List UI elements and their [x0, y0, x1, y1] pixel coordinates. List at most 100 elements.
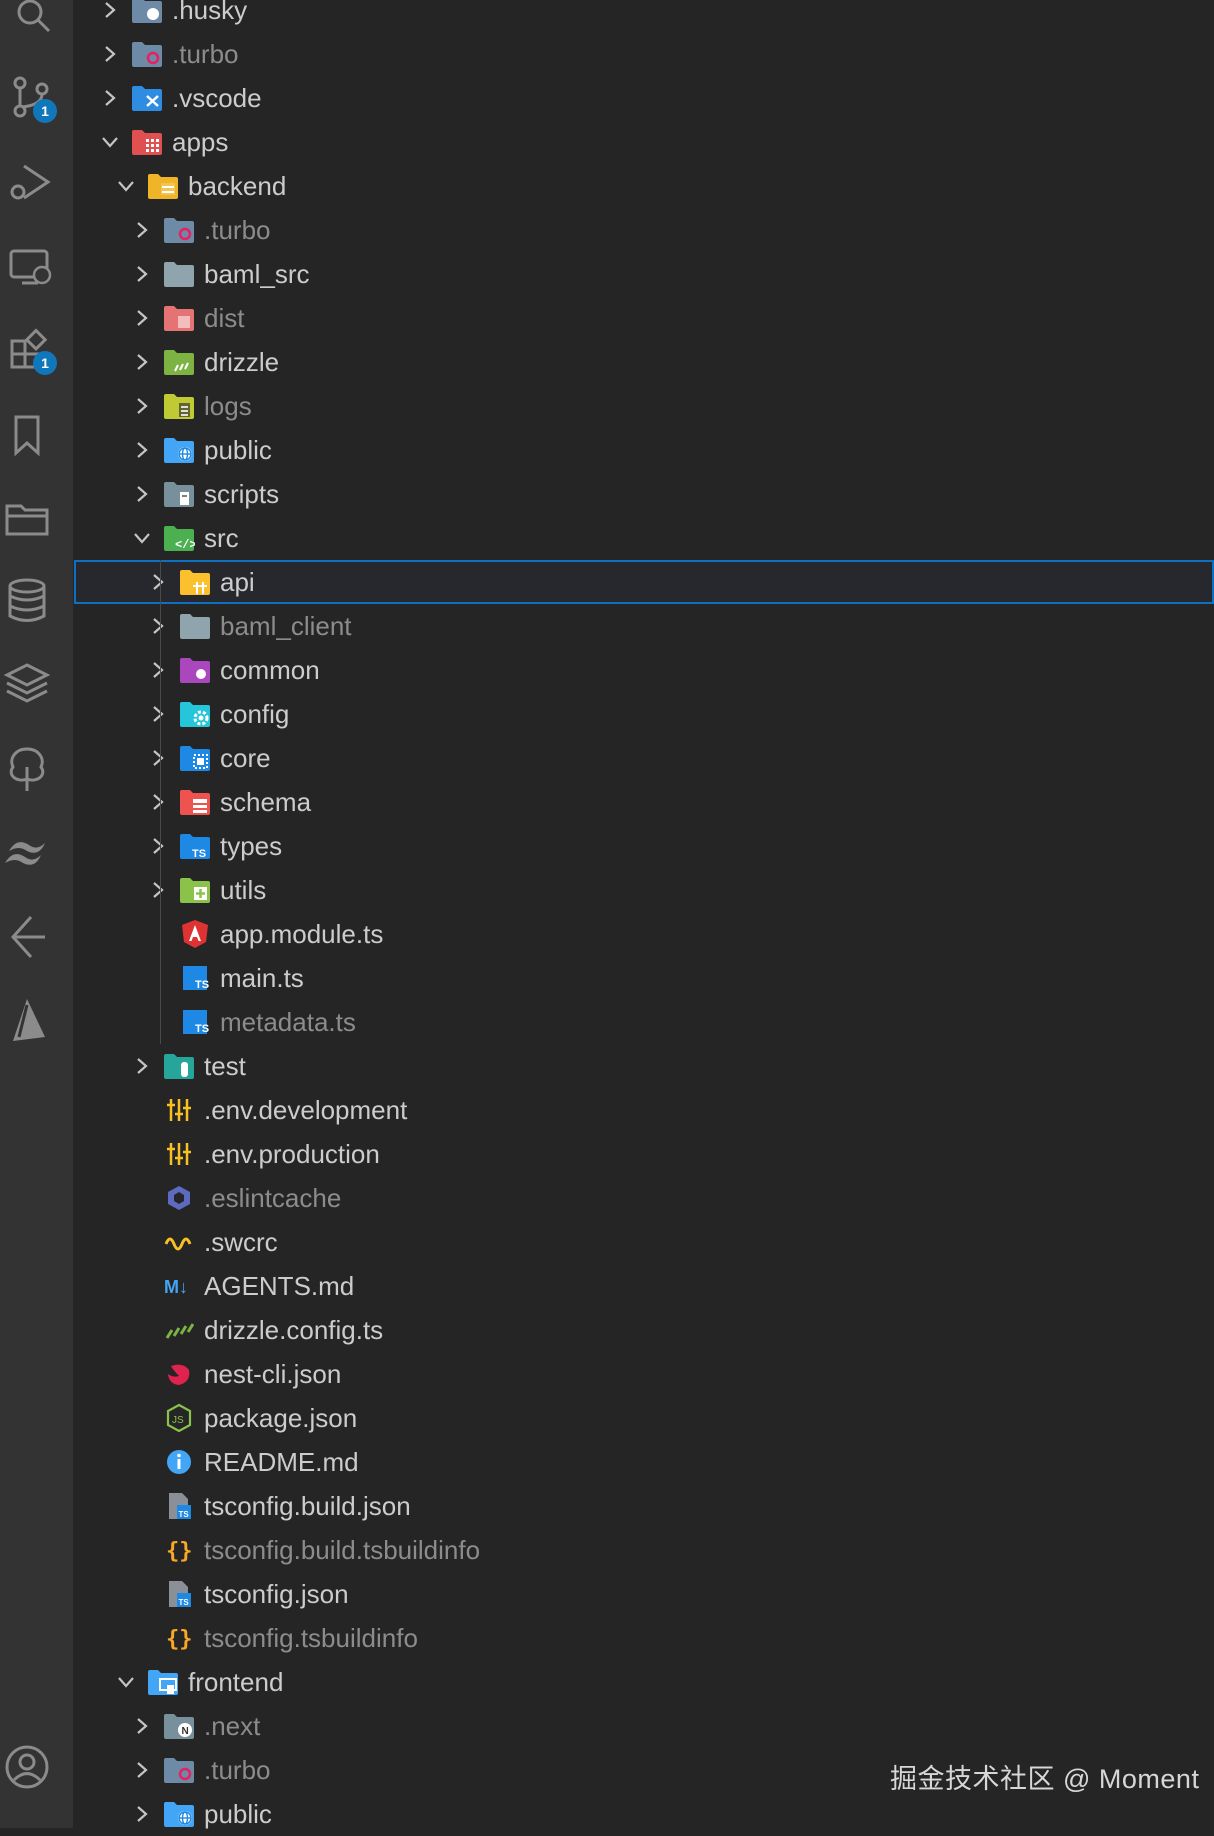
tree-file[interactable]: .env.development [74, 1088, 1214, 1132]
tree-item-label: tsconfig.build.json [204, 1490, 411, 1521]
tree-file[interactable]: app.module.ts [74, 912, 1214, 956]
tree-folder[interactable]: drizzle [74, 340, 1214, 384]
tailwind-icon[interactable] [0, 826, 54, 880]
chevron-right-icon[interactable] [132, 1704, 152, 1748]
database-icon[interactable] [0, 574, 54, 628]
chevron-down-icon[interactable] [100, 120, 120, 164]
tree-folder[interactable]: utils [74, 868, 1214, 912]
turbo-folder-icon [162, 213, 196, 247]
chevron-right-icon[interactable] [132, 340, 152, 384]
tree-folder[interactable]: </> src [74, 516, 1214, 560]
chevron-down-icon[interactable] [132, 516, 152, 560]
chevron-right-icon[interactable] [132, 1748, 152, 1792]
tree-folder[interactable]: config [74, 692, 1214, 736]
api-folder-icon [178, 565, 212, 599]
tree-file[interactable]: drizzle.config.ts [74, 1308, 1214, 1352]
prisma-icon[interactable] [0, 994, 54, 1048]
chevron-right-icon[interactable] [132, 1792, 152, 1836]
chevron-down-icon[interactable] [116, 164, 136, 208]
tree-folder[interactable]: api [74, 560, 1214, 604]
tree-item-label: baml_src [204, 258, 310, 289]
chevron-right-icon[interactable] [100, 0, 120, 32]
dist-folder-icon [162, 301, 196, 335]
chevron-right-icon[interactable] [148, 604, 168, 648]
tree-folder[interactable]: .turbo [74, 32, 1214, 76]
chevron-right-icon[interactable] [148, 560, 168, 604]
tree-file[interactable]: TS metadata.ts [74, 1000, 1214, 1044]
tree-folder[interactable]: scripts [74, 472, 1214, 516]
chevron-right-icon[interactable] [132, 472, 152, 516]
tree-file[interactable]: TS main.ts [74, 956, 1214, 1000]
chevron-right-icon[interactable] [132, 384, 152, 428]
tree-file[interactable]: JS package.json [74, 1396, 1214, 1440]
chevron-right-icon[interactable] [148, 736, 168, 780]
tree-file[interactable]: M↓ AGENTS.md [74, 1264, 1214, 1308]
tree-folder[interactable]: test [74, 1044, 1214, 1088]
tree-file[interactable]: .swcrc [74, 1220, 1214, 1264]
braces-icon: {} [162, 1621, 196, 1655]
drizzle-icon [162, 1313, 196, 1347]
chevron-right-icon[interactable] [132, 428, 152, 472]
tree-folder[interactable]: frontend [74, 1660, 1214, 1704]
tree-folder[interactable]: dist [74, 296, 1214, 340]
chevron-right-icon[interactable] [132, 1044, 152, 1088]
tree-file[interactable]: {} tsconfig.build.tsbuildinfo [74, 1528, 1214, 1572]
src-folder-icon: </> [162, 521, 196, 555]
tree-file[interactable]: .env.production [74, 1132, 1214, 1176]
tree-icon[interactable] [0, 742, 54, 796]
tree-folder[interactable]: .vscode [74, 76, 1214, 120]
tree-item-label: src [204, 522, 239, 553]
run-debug-icon[interactable] [3, 155, 57, 209]
tree-folder[interactable]: public [74, 428, 1214, 472]
tree-folder[interactable]: baml_client [74, 604, 1214, 648]
folder-icon [178, 609, 212, 643]
typescript-icon: TS [178, 1005, 212, 1039]
tree-folder[interactable]: core [74, 736, 1214, 780]
tree-folder[interactable]: backend [74, 164, 1214, 208]
chevron-right-icon[interactable] [148, 780, 168, 824]
chevron-right-icon[interactable] [100, 76, 120, 120]
test-folder-icon [162, 1049, 196, 1083]
svg-text:N: N [182, 1726, 189, 1737]
tree-folder[interactable]: public [74, 1792, 1214, 1836]
chevron-right-icon[interactable] [132, 208, 152, 252]
bookmark-icon[interactable] [0, 408, 54, 462]
tree-folder[interactable]: N .next [74, 1704, 1214, 1748]
chevron-right-icon[interactable] [148, 648, 168, 692]
tree-file[interactable]: {} tsconfig.tsbuildinfo [74, 1616, 1214, 1660]
tree-folder[interactable]: logs [74, 384, 1214, 428]
tree-item-label: .turbo [172, 38, 239, 69]
tree-folder[interactable]: common [74, 648, 1214, 692]
chevron-right-icon[interactable] [148, 824, 168, 868]
tree-item-label: .turbo [204, 1754, 271, 1785]
remote-explorer-icon[interactable] [3, 240, 57, 294]
tree-folder[interactable]: baml_src [74, 252, 1214, 296]
tree-file[interactable]: TS tsconfig.json [74, 1572, 1214, 1616]
chevron-right-icon[interactable] [148, 692, 168, 736]
chevron-right-icon[interactable] [132, 252, 152, 296]
account-icon[interactable] [0, 1740, 54, 1794]
vscode-folder-icon [130, 81, 164, 115]
tree-folder[interactable]: TS types [74, 824, 1214, 868]
tree-folder[interactable]: .husky [74, 0, 1214, 32]
chevron-right-icon[interactable] [100, 32, 120, 76]
nest-icon [162, 1357, 196, 1391]
chevron-down-icon[interactable] [116, 1660, 136, 1704]
tree-folder[interactable]: schema [74, 780, 1214, 824]
chevron-right-icon[interactable] [132, 296, 152, 340]
tree-folder[interactable]: apps [74, 120, 1214, 164]
tree-file[interactable]: nest-cli.json [74, 1352, 1214, 1396]
extensions-icon[interactable]: 1 [3, 322, 57, 376]
project-manager-icon[interactable] [0, 490, 54, 544]
tree-folder[interactable]: .turbo [74, 208, 1214, 252]
search-icon[interactable] [6, 0, 60, 42]
tree-file[interactable]: README.md [74, 1440, 1214, 1484]
chevron-right-icon[interactable] [148, 868, 168, 912]
tree-file[interactable]: TS tsconfig.build.json [74, 1484, 1214, 1528]
source-control-icon[interactable]: 1 [3, 70, 57, 124]
layers-icon[interactable] [0, 658, 54, 712]
tree-file[interactable]: .eslintcache [74, 1176, 1214, 1220]
git-graph-icon[interactable] [0, 910, 54, 964]
